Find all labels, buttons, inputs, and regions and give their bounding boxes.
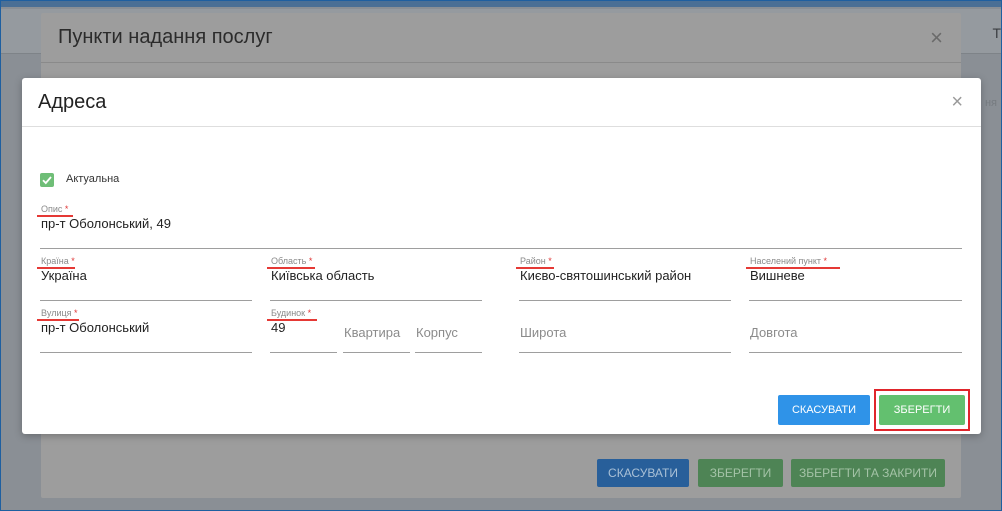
- house-label: Будинок *: [271, 308, 312, 318]
- house-field[interactable]: Будинок * 49: [267, 308, 337, 353]
- district-value: Києво-святошинський район: [520, 268, 692, 283]
- service-points-save-close-button[interactable]: ЗБЕРЕГТИ ТА ЗАКРИТИ: [791, 459, 945, 487]
- region-field[interactable]: Область * Київська область: [267, 256, 482, 301]
- latitude-placeholder: Широта: [520, 325, 567, 340]
- service-points-cancel-button[interactable]: СКАСУВАТИ: [597, 459, 689, 487]
- close-icon[interactable]: ×: [930, 25, 943, 51]
- settlement-field[interactable]: Населений пункт * Вишневе: [746, 256, 962, 301]
- longitude-field[interactable]: Довгота: [749, 308, 962, 353]
- house-value: 49: [271, 320, 286, 335]
- description-label: Опис *: [41, 204, 69, 214]
- background-top-bar: [1, 1, 1001, 7]
- longitude-placeholder: Довгота: [750, 325, 798, 340]
- district-field[interactable]: Район * Києво-святошинський район: [516, 256, 731, 301]
- country-value: Україна: [41, 268, 87, 283]
- latitude-field[interactable]: Широта: [519, 308, 731, 353]
- actual-checkbox-label: Актуальна: [66, 173, 120, 185]
- apartment-field[interactable]: Квартира: [343, 308, 410, 353]
- service-points-save-button[interactable]: ЗБЕРЕГТИ: [698, 459, 783, 487]
- address-modal-title: Адреса: [38, 91, 107, 113]
- service-points-title: Пункти надання послуг: [58, 26, 273, 48]
- building-placeholder: Корпус: [416, 325, 458, 340]
- region-value: Київська область: [271, 268, 375, 283]
- background-partial-text: ня: [984, 97, 997, 109]
- country-field[interactable]: Країна * Україна: [37, 256, 252, 301]
- address-modal: Адреса × Актуальна Опис * пр-т Оболонськ…: [22, 78, 981, 434]
- actual-checkbox[interactable]: [40, 173, 54, 187]
- street-value: пр-т Оболонський: [41, 320, 150, 335]
- description-field[interactable]: Опис * пр-т Оболонський, 49: [37, 204, 962, 249]
- description-value: пр-т Оболонський, 49: [41, 216, 171, 231]
- settlement-label: Населений пункт *: [750, 256, 828, 266]
- street-label: Вулиця *: [41, 308, 78, 318]
- address-save-button[interactable]: ЗБЕРЕГТИ: [879, 395, 965, 425]
- background-column-letter: T: [992, 25, 1001, 41]
- settlement-value: Вишневе: [750, 268, 805, 283]
- divider: [22, 126, 981, 127]
- apartment-placeholder: Квартира: [344, 325, 401, 340]
- region-label: Область *: [271, 256, 313, 266]
- divider: [41, 62, 961, 63]
- check-icon: [42, 176, 52, 185]
- district-label: Район *: [520, 256, 552, 266]
- country-label: Країна *: [41, 256, 75, 266]
- address-cancel-button[interactable]: СКАСУВАТИ: [778, 395, 870, 425]
- building-field[interactable]: Корпус: [415, 308, 482, 353]
- street-field[interactable]: Вулиця * пр-т Оболонський: [37, 308, 252, 353]
- close-icon[interactable]: ×: [951, 91, 963, 114]
